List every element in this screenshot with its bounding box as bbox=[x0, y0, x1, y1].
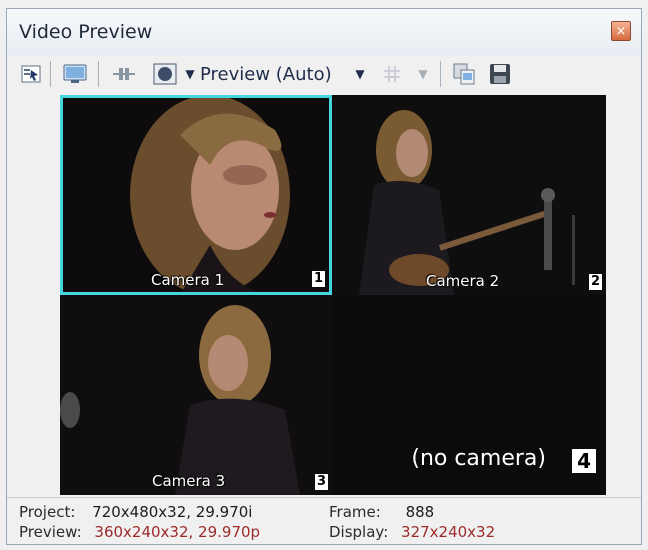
camera-1-view[interactable]: Camera 1 1 bbox=[60, 95, 332, 295]
display-label: Display: bbox=[329, 523, 389, 541]
toolbar-separator bbox=[440, 61, 441, 87]
camera-3-label: Camera 3 bbox=[152, 472, 226, 490]
toolbar-separator bbox=[50, 61, 51, 87]
close-button[interactable]: × bbox=[611, 21, 631, 41]
overlays-button[interactable] bbox=[151, 61, 179, 87]
close-icon: × bbox=[615, 24, 627, 39]
grid-dropdown[interactable]: ▼ bbox=[416, 61, 430, 87]
camera-1-label: Camera 1 bbox=[151, 271, 225, 289]
camera-4-number-badge: 4 bbox=[572, 449, 596, 473]
save-snapshot-icon bbox=[490, 64, 510, 84]
grid-button[interactable] bbox=[379, 61, 405, 87]
video-preview-window: Video Preview × ▼ Preview (Auto) ▼ ▼ Cam… bbox=[6, 8, 642, 545]
camera-1-image bbox=[63, 98, 329, 292]
camera-4-view[interactable]: (no camera) 4 bbox=[334, 295, 606, 495]
copy-snapshot-icon bbox=[453, 63, 475, 85]
video-preview-area[interactable]: Camera 1 1 Camera 2 2 Camera 3 3 (no cam… bbox=[60, 95, 606, 495]
external-monitor-icon bbox=[63, 64, 87, 83]
camera-3-view[interactable]: Camera 3 3 bbox=[60, 295, 332, 495]
grid-icon bbox=[384, 66, 400, 82]
preview-quality-dropdown[interactable]: Preview (Auto) bbox=[200, 61, 350, 87]
overlay-icon bbox=[153, 63, 177, 85]
display-value: 327x240x32 bbox=[401, 523, 496, 541]
frame-label: Frame: bbox=[329, 503, 381, 521]
video-properties-icon bbox=[21, 65, 41, 83]
frame-value: 888 bbox=[405, 503, 435, 521]
preview-label: Preview: bbox=[19, 523, 82, 541]
project-label: Project: bbox=[19, 503, 76, 521]
chevron-down-icon: ▼ bbox=[418, 67, 428, 81]
preview-info: Preview: 360x240x32, 29.970p bbox=[19, 523, 260, 541]
copy-snapshot-button[interactable] bbox=[450, 61, 478, 87]
chevron-down-icon: ▼ bbox=[185, 67, 195, 81]
video-properties-button[interactable] bbox=[19, 61, 43, 87]
camera-2-number-badge: 2 bbox=[588, 274, 602, 290]
toolbar: ▼ Preview (Auto) ▼ ▼ bbox=[7, 55, 641, 93]
preview-value: 360x240x32, 29.970p bbox=[94, 523, 261, 541]
preview-quality-dropdown-arrow[interactable]: ▼ bbox=[353, 61, 367, 87]
chevron-down-icon: ▼ bbox=[355, 67, 365, 81]
project-info: Project: 720x480x32, 29.970i bbox=[19, 503, 252, 521]
no-camera-label: (no camera) bbox=[411, 446, 546, 471]
display-info: Display: 327x240x32 bbox=[329, 523, 495, 541]
camera-2-view[interactable]: Camera 2 2 bbox=[334, 95, 606, 295]
preview-quality-label: Preview (Auto) bbox=[200, 63, 332, 85]
camera-3-image bbox=[60, 295, 332, 495]
toolbar-separator bbox=[98, 61, 99, 87]
title-bar: Video Preview × bbox=[7, 9, 641, 55]
camera-3-number-badge: 3 bbox=[314, 474, 328, 490]
camera-1-number-badge: 1 bbox=[311, 271, 325, 287]
overlays-dropdown[interactable]: ▼ bbox=[183, 61, 197, 87]
project-value: 720x480x32, 29.970i bbox=[92, 503, 253, 521]
save-snapshot-button[interactable] bbox=[486, 61, 514, 87]
split-screen-button[interactable] bbox=[109, 61, 139, 87]
camera-2-image bbox=[334, 95, 606, 295]
camera-2-label: Camera 2 bbox=[426, 272, 500, 290]
window-title: Video Preview bbox=[19, 21, 153, 43]
status-area: Project: 720x480x32, 29.970i Preview: 36… bbox=[7, 497, 641, 544]
split-screen-icon bbox=[113, 68, 135, 80]
external-monitor-button[interactable] bbox=[60, 61, 90, 87]
frame-info: Frame: 888 bbox=[329, 503, 434, 521]
